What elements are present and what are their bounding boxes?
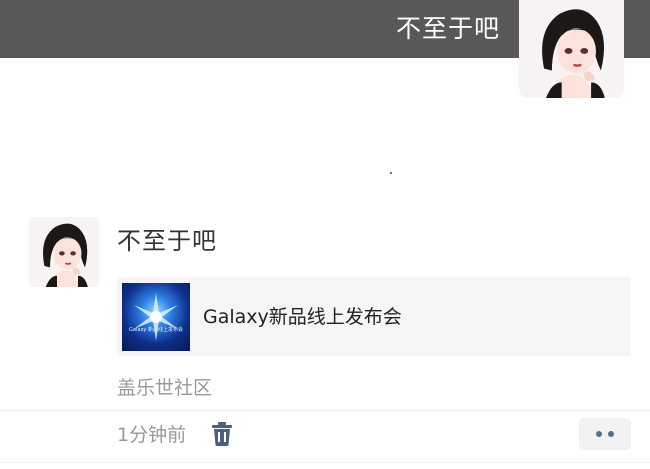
more-dots-icon — [608, 431, 614, 437]
more-button[interactable] — [579, 418, 631, 450]
header-title: 不至于吧 — [395, 14, 500, 43]
avatar[interactable] — [519, 0, 624, 98]
delete-button[interactable] — [211, 421, 233, 447]
divider — [0, 410, 650, 411]
avatar-illustration — [522, 0, 621, 98]
community-name[interactable]: 盖乐世社区 — [117, 376, 212, 400]
more-dots-icon — [596, 431, 602, 437]
galaxy-event-thumbnail — [134, 293, 178, 341]
post-time: 1分钟前 — [117, 424, 187, 446]
avatar-illustration — [29, 217, 99, 287]
link-thumbnail: Galaxy 新品线上发布会 — [122, 283, 190, 351]
bottom-divider — [0, 462, 650, 463]
trash-icon — [212, 422, 232, 446]
post-avatar[interactable] — [29, 217, 99, 287]
decorative-dot — [390, 172, 392, 174]
thumbnail-caption: Galaxy 新品线上发布会 — [129, 327, 183, 333]
link-title: Galaxy新品线上发布会 — [203, 306, 402, 328]
link-card[interactable]: Galaxy 新品线上发布会 Galaxy新品线上发布会 — [117, 277, 630, 356]
post-text: 不至于吧 — [117, 227, 217, 255]
